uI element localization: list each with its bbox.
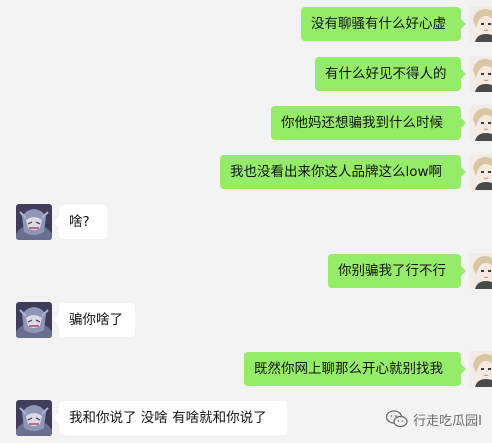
message-bubble-received[interactable]: 我和你说了 没啥 有啥就和你说了 bbox=[54, 401, 287, 435]
message-text: 有什么好见不得人的 bbox=[325, 66, 447, 82]
message-row-sent: 没有聊骚有什么好心虚 bbox=[0, 6, 492, 43]
self-avatar-image bbox=[469, 351, 492, 387]
self-avatar[interactable] bbox=[469, 253, 492, 289]
message-bubble-sent[interactable]: 既然你网上聊那么开心就别找我 bbox=[244, 352, 466, 386]
message-row-sent: 有什么好见不得人的 bbox=[0, 56, 492, 93]
watermark-text: 行走吃瓜园I bbox=[413, 413, 482, 429]
message-text: 你他妈还想骗我到什么时候 bbox=[281, 115, 443, 131]
message-row-sent: 我也没看出来你这人品牌这么low啊 bbox=[0, 154, 492, 191]
message-row-sent: 既然你网上聊那么开心就别找我 bbox=[0, 351, 492, 388]
message-text: 我和你说了 没啥 有啥就和你说了 bbox=[69, 410, 267, 426]
contact-avatar[interactable] bbox=[16, 400, 52, 436]
message-row-sent: 你他妈还想骗我到什么时候 bbox=[0, 105, 492, 142]
self-avatar[interactable] bbox=[469, 105, 492, 141]
message-bubble-sent[interactable]: 我也没看出来你这人品牌这么low啊 bbox=[220, 155, 466, 189]
watermark: 行走吃瓜园I bbox=[386, 409, 482, 429]
chat-area: 没有聊骚有什么好心虚 有什么好见不得人的 你他妈还想骗我到什么时候 我也没看出来… bbox=[0, 0, 492, 443]
message-text: 骗你啥了 bbox=[69, 312, 123, 328]
message-bubble-sent[interactable]: 你他妈还想骗我到什么时候 bbox=[271, 106, 466, 140]
self-avatar-image bbox=[469, 56, 492, 92]
self-avatar-image bbox=[469, 154, 492, 190]
self-avatar[interactable] bbox=[469, 56, 492, 92]
message-bubble-sent[interactable]: 你别骗我了行不行 bbox=[328, 254, 466, 288]
message-bubble-received[interactable]: 骗你啥了 bbox=[54, 303, 135, 337]
self-avatar-image bbox=[469, 6, 492, 42]
self-avatar-image bbox=[469, 105, 492, 141]
message-text: 没有聊骚有什么好心虚 bbox=[311, 16, 446, 32]
message-bubble-sent[interactable]: 有什么好见不得人的 bbox=[315, 57, 466, 91]
message-bubble-sent[interactable]: 没有聊骚有什么好心虚 bbox=[301, 7, 466, 41]
contact-avatar-image bbox=[16, 400, 52, 436]
message-row-received: 骗你啥了 bbox=[0, 302, 492, 339]
self-avatar-image bbox=[469, 253, 492, 289]
contact-avatar-image bbox=[16, 204, 52, 240]
message-bubble-received[interactable]: 啥? bbox=[54, 205, 107, 239]
message-text: 啥? bbox=[69, 214, 90, 230]
message-row-received: 啥? bbox=[0, 204, 492, 241]
self-avatar[interactable] bbox=[469, 6, 492, 42]
message-text: 我也没看出来你这人品牌这么low啊 bbox=[230, 164, 443, 180]
contact-avatar-image bbox=[16, 302, 52, 338]
message-text: 既然你网上聊那么开心就别找我 bbox=[254, 361, 443, 377]
self-avatar[interactable] bbox=[469, 351, 492, 387]
contact-avatar[interactable] bbox=[16, 302, 52, 338]
wechat-icon bbox=[386, 410, 408, 428]
message-row-sent: 你别骗我了行不行 bbox=[0, 253, 492, 290]
contact-avatar[interactable] bbox=[16, 204, 52, 240]
message-text: 你别骗我了行不行 bbox=[338, 263, 446, 279]
self-avatar[interactable] bbox=[469, 154, 492, 190]
